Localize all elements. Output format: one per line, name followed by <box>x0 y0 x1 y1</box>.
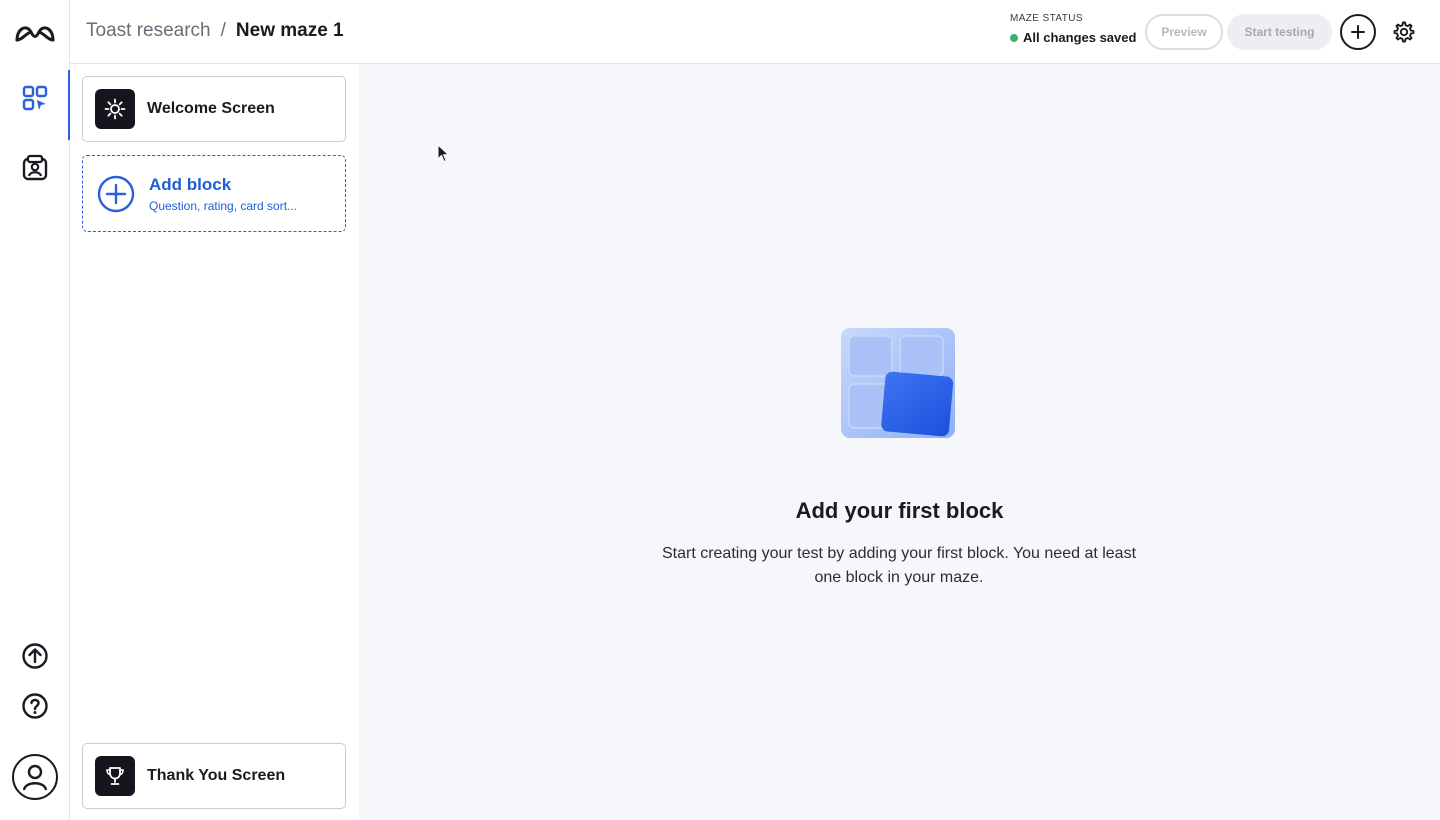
breadcrumb: Toast research / New maze 1 <box>86 20 344 42</box>
breadcrumb-project[interactable]: Toast research <box>86 20 211 42</box>
add-block-button[interactable]: Add block Question, rating, card sort... <box>82 155 346 232</box>
help-icon <box>21 693 48 719</box>
top-header: Toast research / New maze 1 MAZE STATUS … <box>70 0 1440 64</box>
thank-you-screen-label: Thank You Screen <box>147 767 286 784</box>
thank-you-screen-block[interactable]: Thank You Screen <box>82 743 346 809</box>
profile-avatar[interactable] <box>12 754 58 800</box>
block-list-panel: Welcome Screen Add block Question, ratin… <box>70 64 359 820</box>
gear-icon <box>1393 21 1415 43</box>
upgrade-arrow-icon <box>21 643 48 669</box>
rail-help-button[interactable] <box>0 684 69 728</box>
status-text: All changes saved <box>1023 30 1137 45</box>
start-testing-button[interactable]: Start testing <box>1227 14 1332 50</box>
editor-canvas: Add your first block Start creating your… <box>359 64 1440 820</box>
blocks-grid-icon <box>22 85 47 111</box>
trophy-icon-tile <box>95 756 135 796</box>
trophy-icon <box>106 767 124 785</box>
rail-blocks-button[interactable] <box>0 70 70 140</box>
maze-logo[interactable] <box>14 20 56 46</box>
add-button[interactable] <box>1340 14 1376 50</box>
icon-rail <box>0 0 70 820</box>
add-block-text: Add block Question, rating, card sort... <box>149 175 297 213</box>
rail-upgrade-button[interactable] <box>0 634 69 678</box>
mouse-cursor-icon <box>437 144 450 163</box>
add-circle-icon <box>97 175 135 212</box>
status-dot-icon <box>1010 33 1018 42</box>
add-block-title: Add block <box>149 174 232 194</box>
sun-icon-tile <box>95 89 135 129</box>
plus-icon <box>1351 25 1365 39</box>
maze-status: MAZE STATUS All changes saved <box>1010 13 1136 45</box>
welcome-screen-label: Welcome Screen <box>147 100 275 117</box>
breadcrumb-separator: / <box>220 20 226 41</box>
empty-state-title: Add your first block <box>795 498 1004 523</box>
profile-avatar-icon <box>22 764 48 791</box>
welcome-screen-block[interactable]: Welcome Screen <box>82 76 346 142</box>
sun-icon <box>104 98 126 120</box>
settings-button[interactable] <box>1390 18 1418 46</box>
empty-state-description: Start creating your test by adding your … <box>661 545 1137 586</box>
blocks-illustration <box>841 328 955 438</box>
status-label: MAZE STATUS <box>1010 13 1083 24</box>
status-row: All changes saved <box>1010 30 1136 45</box>
preview-button[interactable]: Preview <box>1145 14 1223 50</box>
rail-participants-button[interactable] <box>0 146 69 190</box>
app-root: Toast research / New maze 1 MAZE STATUS … <box>0 0 1440 820</box>
add-block-subtitle: Question, rating, card sort... <box>149 198 298 213</box>
participants-icon <box>22 154 47 181</box>
maze-title[interactable]: New maze 1 <box>236 20 344 42</box>
